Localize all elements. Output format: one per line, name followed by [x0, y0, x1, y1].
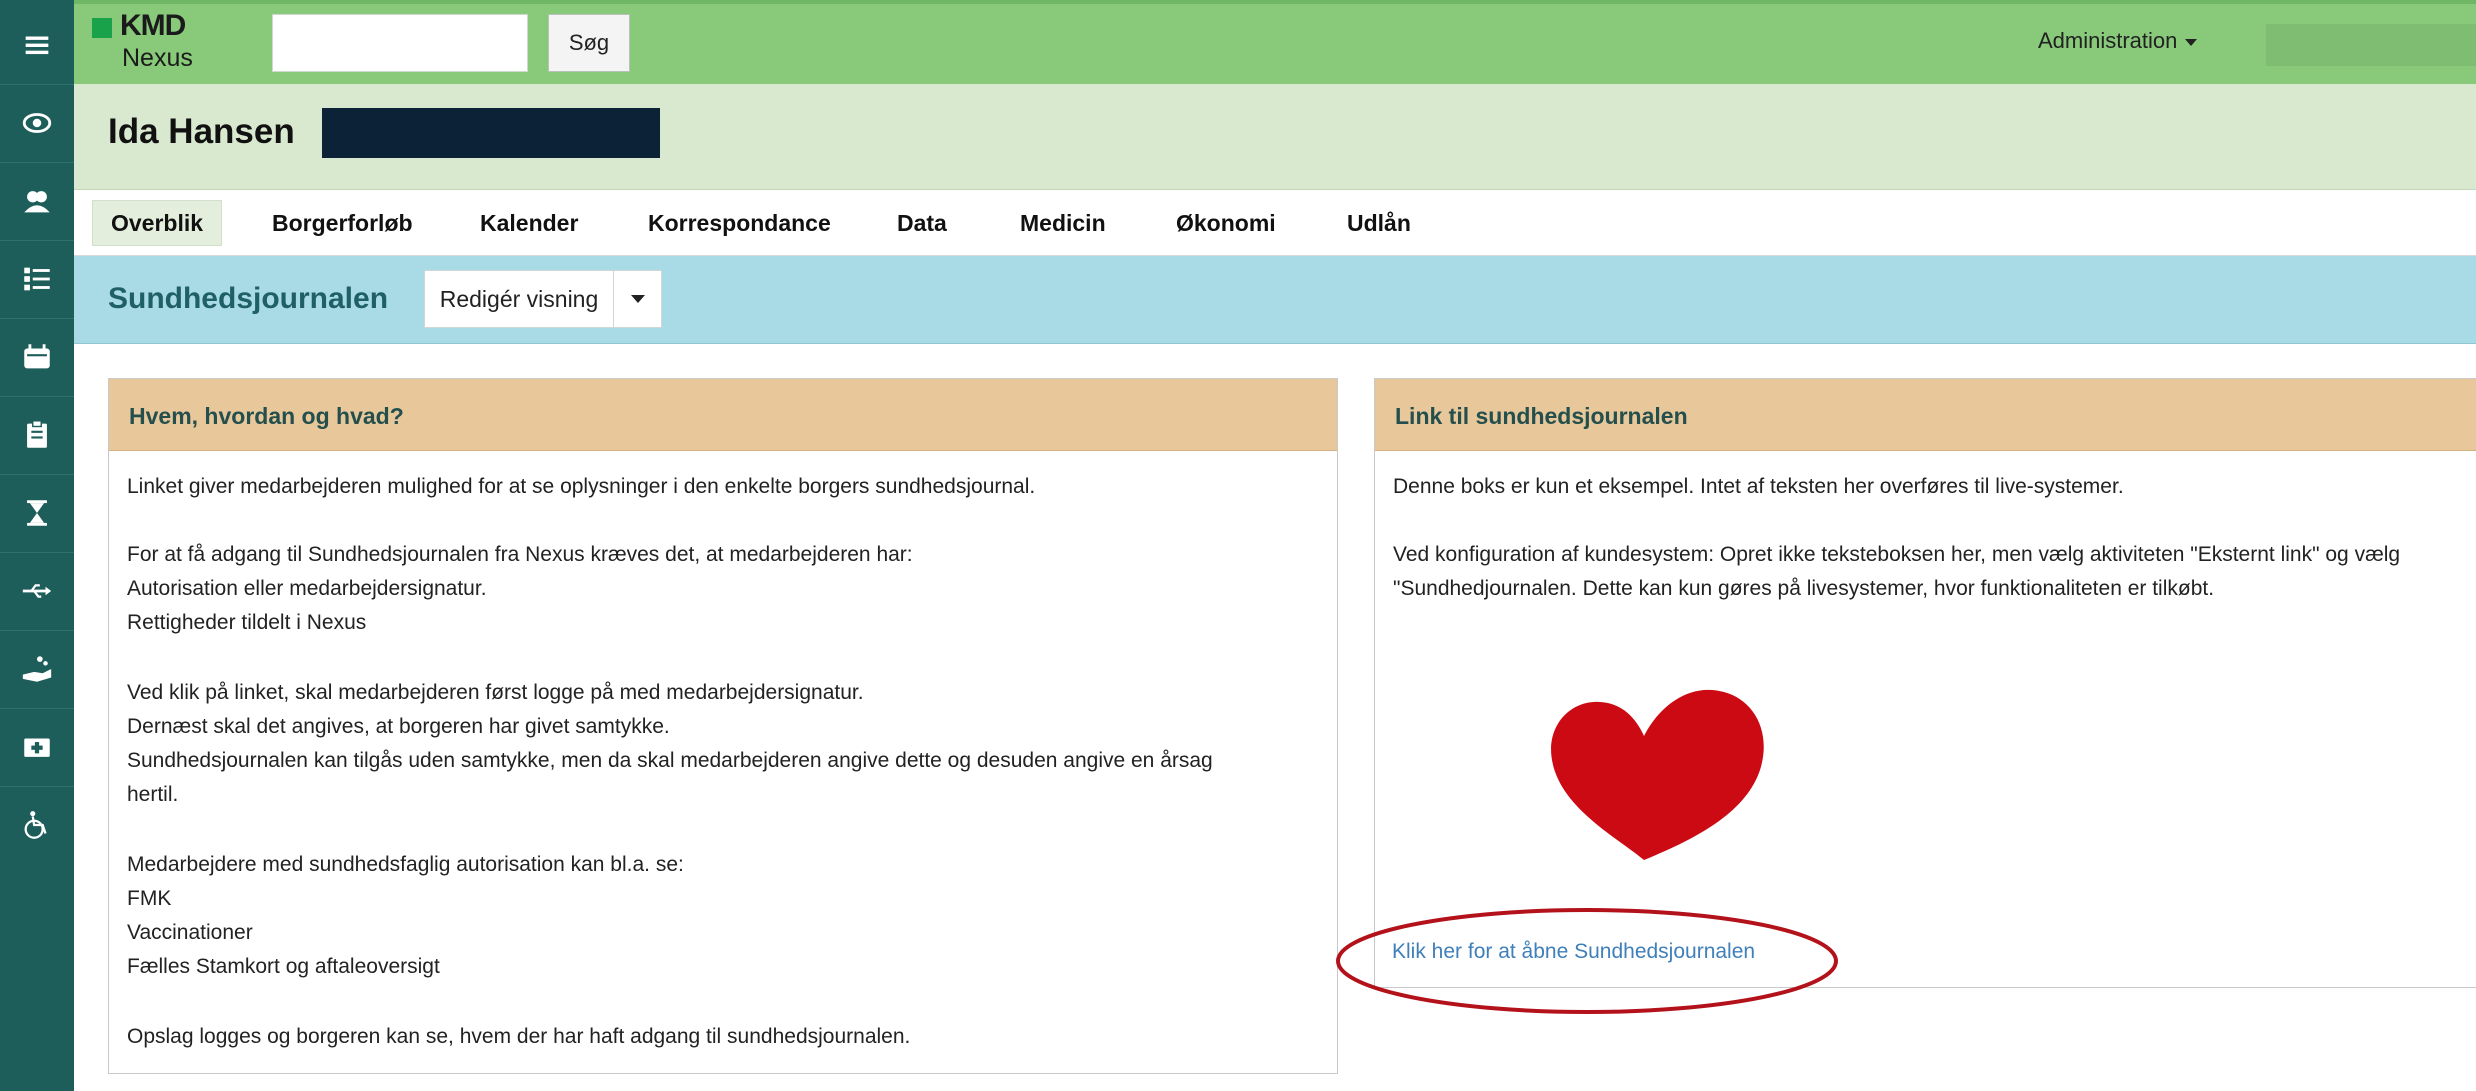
panel-text: Rettigheder tildelt i Nexus — [127, 611, 367, 634]
user-menu[interactable] — [2266, 24, 2476, 66]
page-title: Sundhedsjournalen — [108, 282, 389, 315]
panel-text: Denne boks er kun et eksempel. Intet af … — [1393, 475, 2124, 498]
panel-text: Opslag logges og borgeren kan se, hvem d… — [127, 1025, 911, 1048]
panel-text: For at få adgang til Sundhedsjournalen f… — [127, 543, 913, 566]
menu-icon[interactable] — [0, 6, 74, 85]
sidebar — [0, 0, 74, 1091]
hand-care-icon[interactable] — [0, 630, 74, 709]
list-icon[interactable] — [0, 240, 74, 319]
tab-oekonomi[interactable]: Økonomi — [1176, 200, 1276, 246]
tab-data[interactable]: Data — [897, 200, 947, 246]
caret-down-icon — [630, 295, 645, 303]
panel-text: Medarbejdere med sundhedsfaglig autorisa… — [127, 853, 684, 876]
edit-view-dropdown[interactable] — [614, 270, 662, 328]
caret-down-icon — [2185, 38, 2198, 46]
panel-text: Autorisation eller medarbejdersignatur. — [127, 577, 487, 600]
tab-korrespondance[interactable]: Korrespondance — [648, 200, 831, 246]
hourglass-icon[interactable] — [0, 474, 74, 553]
panel-text: Linket giver medarbejderen mulighed for … — [127, 475, 1036, 498]
medical-kit-icon[interactable] — [0, 708, 74, 787]
redacted-cpr — [322, 108, 660, 158]
administration-menu[interactable]: Administration — [2038, 28, 2198, 54]
panel-title: Link til sundhedsjournalen — [1395, 403, 1688, 429]
patient-name: Ida Hansen — [108, 112, 295, 151]
tab-medicin[interactable]: Medicin — [1020, 200, 1106, 246]
info-panel: Hvem, hvordan og hvad? Linket giver meda… — [108, 378, 1338, 1074]
wheelchair-icon[interactable] — [0, 786, 74, 864]
tab-kalender[interactable]: Kalender — [480, 200, 578, 246]
users-icon[interactable] — [0, 162, 74, 241]
panel-text: Vaccinationer — [127, 921, 253, 944]
search-button[interactable]: Søg — [548, 14, 630, 72]
highlight-ellipse — [1336, 908, 1838, 1014]
search-input[interactable] — [272, 14, 528, 72]
logo-icon — [92, 18, 112, 38]
logo-nexus: Nexus — [122, 44, 193, 72]
clipboard-icon[interactable] — [0, 396, 74, 475]
tab-overblik[interactable]: Overblik — [92, 200, 223, 246]
panel-text: Ved konfiguration af kundesystem: Opret … — [1393, 543, 2401, 566]
heart-icon — [1551, 689, 1764, 860]
panel-header: Hvem, hvordan og hvad? — [109, 379, 1337, 451]
panel-text: Ved klik på linket, skal medarbejderen f… — [127, 681, 864, 704]
panel-text: Sundhedsjournalen kan tilgås uden samtyk… — [127, 749, 1213, 772]
eye-icon[interactable] — [0, 84, 74, 163]
panel-header: Link til sundhedsjournalen — [1375, 379, 2476, 451]
tab-udlaan[interactable]: Udlån — [1347, 200, 1411, 246]
tab-borgerforloeb[interactable]: Borgerforløb — [272, 200, 413, 246]
panel-text: FMK — [127, 887, 172, 910]
administration-label: Administration — [2038, 28, 2178, 53]
calendar-icon[interactable] — [0, 318, 74, 397]
panel-text: hertil. — [127, 783, 179, 806]
usb-icon[interactable] — [0, 552, 74, 631]
edit-view-button[interactable]: Redigér visning — [424, 270, 614, 328]
logo-kmd: KMD — [120, 9, 186, 42]
panel-text: Dernæst skal det angives, at borgeren ha… — [127, 715, 670, 738]
panel-text: "Sundhedjournalen. Dette kan kun gøres p… — [1393, 577, 2215, 600]
link-panel: Link til sundhedsjournalen Denne boks er… — [1374, 378, 2476, 988]
panel-title: Hvem, hvordan og hvad? — [129, 403, 404, 429]
panel-text: Fælles Stamkort og aftaleoversigt — [127, 955, 440, 978]
